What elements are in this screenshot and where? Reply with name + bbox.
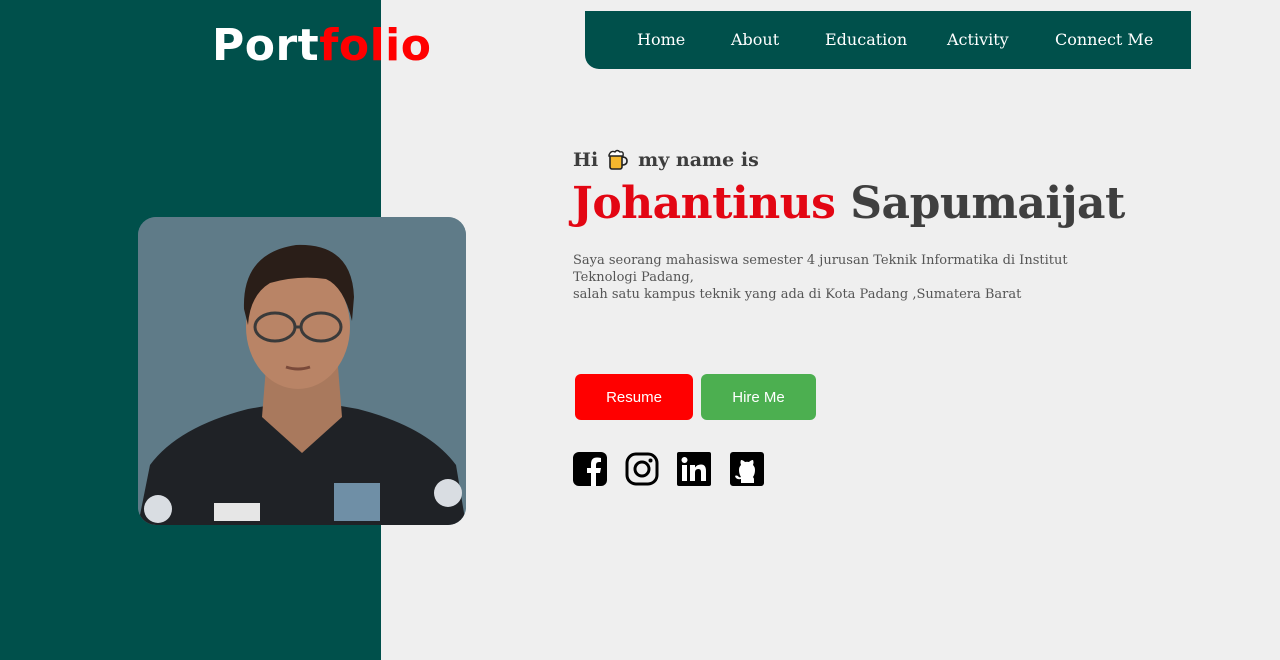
instagram-icon[interactable] [625, 452, 659, 486]
nav-connect-me[interactable]: Connect Me [1055, 11, 1153, 69]
greeting: Hi my name is [573, 145, 759, 175]
nav-about[interactable]: About [731, 11, 779, 69]
nav-education[interactable]: Education [825, 11, 907, 69]
greeting-text: my name is [638, 149, 759, 171]
nav-bar: Home About Education Activity Connect Me [585, 11, 1191, 69]
logo-part1: Port [212, 20, 320, 71]
linkedin-icon[interactable] [677, 452, 711, 486]
github-icon[interactable] [730, 452, 764, 486]
logo-part2: folio [319, 20, 432, 71]
hire-me-button[interactable]: Hire Me [701, 374, 816, 420]
first-name: Johantinus [572, 178, 836, 229]
last-name: Sapumaijat [850, 178, 1125, 229]
bio-line-1: Saya seorang mahasiswa semester 4 jurusa… [573, 253, 1068, 285]
profile-photo [138, 217, 466, 525]
facebook-icon[interactable] [573, 452, 607, 486]
nav-home[interactable]: Home [637, 11, 685, 69]
hero-name: Johantinus Sapumaijat [572, 176, 1125, 232]
greeting-hi: Hi [573, 149, 599, 171]
bio-line-2: salah satu kampus teknik yang ada di Kot… [573, 287, 1022, 302]
bio: Saya seorang mahasiswa semester 4 jurusa… [573, 252, 1113, 303]
nav-activity[interactable]: Activity [947, 11, 1009, 69]
resume-button[interactable]: Resume [575, 374, 693, 420]
beer-mug-icon [606, 148, 630, 172]
logo[interactable]: Portfolio [212, 18, 431, 74]
